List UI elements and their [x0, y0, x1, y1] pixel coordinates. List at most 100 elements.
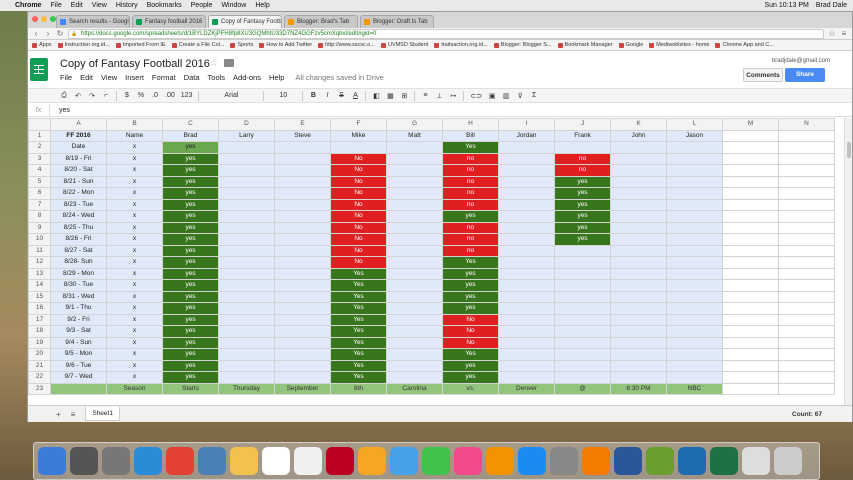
row-header[interactable]: 20: [28, 348, 51, 361]
table-cell[interactable]: [778, 325, 835, 338]
table-cell[interactable]: yes: [442, 359, 499, 372]
table-cell[interactable]: no: [442, 187, 499, 200]
table-cell[interactable]: Starts: [162, 382, 219, 395]
row-header[interactable]: 10: [28, 233, 51, 246]
table-cell[interactable]: [722, 129, 779, 142]
table-cell[interactable]: [554, 348, 611, 361]
table-cell[interactable]: yes: [162, 198, 219, 211]
column-header-l[interactable]: L: [666, 118, 723, 131]
table-cell[interactable]: [666, 325, 723, 338]
table-cell[interactable]: [498, 152, 555, 165]
table-cell[interactable]: 8/24 - Wed: [50, 210, 107, 223]
table-cell[interactable]: [666, 359, 723, 372]
table-cell[interactable]: [722, 233, 779, 246]
table-cell[interactable]: Jason: [666, 129, 723, 142]
table-cell[interactable]: [498, 336, 555, 349]
table-cell[interactable]: 8/25 - Thu: [50, 221, 107, 234]
table-cell[interactable]: No: [442, 313, 499, 326]
table-cell[interactable]: Thursday: [218, 382, 275, 395]
column-header-b[interactable]: B: [106, 118, 163, 131]
table-cell[interactable]: no: [442, 152, 499, 165]
table-cell[interactable]: [386, 175, 443, 188]
table-cell[interactable]: [778, 279, 835, 292]
insert-link-icon[interactable]: ⊂⊃: [470, 92, 482, 100]
table-cell[interactable]: 9/5 - Mon: [50, 348, 107, 361]
table-cell[interactable]: [778, 175, 835, 188]
table-cell[interactable]: Matt: [386, 129, 443, 142]
column-header-a[interactable]: A: [50, 118, 107, 131]
table-cell[interactable]: [722, 221, 779, 234]
table-cell[interactable]: Steve: [274, 129, 331, 142]
table-cell[interactable]: [722, 325, 779, 338]
word-icon[interactable]: [614, 447, 642, 475]
table-cell[interactable]: [498, 313, 555, 326]
folder-icon[interactable]: [224, 59, 234, 67]
menubar-item-view[interactable]: View: [92, 0, 107, 11]
table-cell[interactable]: yes: [554, 175, 611, 188]
table-cell[interactable]: No: [330, 152, 387, 165]
table-cell[interactable]: [274, 210, 331, 223]
table-cell[interactable]: yes: [162, 233, 219, 246]
row-header[interactable]: 22: [28, 371, 51, 384]
table-cell[interactable]: yes: [162, 371, 219, 384]
table-cell[interactable]: [274, 244, 331, 257]
table-cell[interactable]: x: [106, 221, 163, 234]
table-cell[interactable]: [274, 302, 331, 315]
align-vertical-icon[interactable]: ⊥: [435, 92, 443, 100]
table-cell[interactable]: [274, 256, 331, 269]
app-store-icon[interactable]: [518, 447, 546, 475]
table-cell[interactable]: Yes: [330, 267, 387, 280]
table-cell[interactable]: NBC: [666, 382, 723, 395]
comments-button[interactable]: Comments: [743, 68, 783, 82]
table-cell[interactable]: [722, 313, 779, 326]
table-cell[interactable]: [610, 164, 667, 177]
table-cell[interactable]: [778, 187, 835, 200]
chrome-icon[interactable]: [166, 447, 194, 475]
table-cell[interactable]: Yes: [442, 348, 499, 361]
row-header[interactable]: 14: [28, 279, 51, 292]
menubar-item-history[interactable]: History: [116, 0, 138, 11]
row-header[interactable]: 6: [28, 187, 51, 200]
row-header[interactable]: 3: [28, 152, 51, 165]
bookmark-item[interactable]: http://www.sscsc.o...: [318, 42, 375, 48]
table-cell[interactable]: September: [274, 382, 331, 395]
table-cell[interactable]: [554, 244, 611, 257]
table-cell[interactable]: No: [330, 187, 387, 200]
table-cell[interactable]: [274, 279, 331, 292]
table-cell[interactable]: 8/23 - Tue: [50, 198, 107, 211]
table-cell[interactable]: [610, 279, 667, 292]
table-cell[interactable]: yes: [442, 279, 499, 292]
table-cell[interactable]: [666, 302, 723, 315]
table-cell[interactable]: [274, 313, 331, 326]
table-cell[interactable]: Yes: [330, 348, 387, 361]
table-cell[interactable]: [722, 175, 779, 188]
table-cell[interactable]: Larry: [218, 129, 275, 142]
table-cell[interactable]: x: [106, 279, 163, 292]
currency-button[interactable]: $: [123, 92, 131, 99]
table-cell[interactable]: yes: [162, 221, 219, 234]
table-cell[interactable]: no: [554, 164, 611, 177]
menu-format[interactable]: Format: [152, 73, 176, 82]
table-cell[interactable]: @: [554, 382, 611, 395]
row-header[interactable]: 13: [28, 267, 51, 280]
table-cell[interactable]: yes: [442, 302, 499, 315]
table-cell[interactable]: [218, 187, 275, 200]
calendar-icon[interactable]: [262, 447, 290, 475]
fill-color-icon[interactable]: ◧: [372, 92, 380, 100]
table-cell[interactable]: [610, 302, 667, 315]
table-cell[interactable]: [218, 302, 275, 315]
table-cell[interactable]: No: [330, 244, 387, 257]
paint-format-icon[interactable]: ⌐: [102, 92, 110, 99]
table-cell[interactable]: [778, 233, 835, 246]
table-cell[interactable]: [610, 256, 667, 269]
row-header[interactable]: 1: [28, 129, 51, 142]
table-cell[interactable]: [666, 164, 723, 177]
table-cell[interactable]: 8/20 - Sat: [50, 164, 107, 177]
bookmark-item[interactable]: How to Add Twitter: [259, 42, 312, 48]
table-cell[interactable]: [218, 348, 275, 361]
document-title[interactable]: Copy of Fantasy Football 2016: [60, 58, 210, 70]
table-cell[interactable]: Yes: [330, 371, 387, 384]
table-cell[interactable]: [218, 210, 275, 223]
row-header[interactable]: 8: [28, 210, 51, 223]
browser-tab-active[interactable]: Copy of Fantasy Football: [208, 15, 282, 28]
